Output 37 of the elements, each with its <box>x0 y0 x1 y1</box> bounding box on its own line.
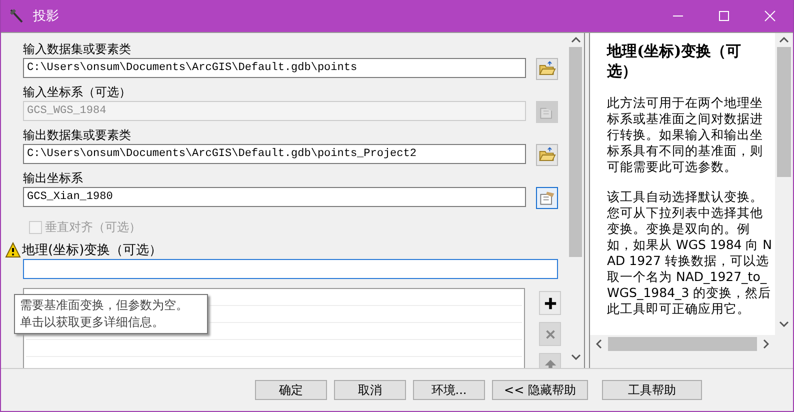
help-paragraph: 此方法可用于在两个地理坐标系或基准面之间对数据进行转换。如果输入和输出坐标系具有不同的基准面，则可能需要此可选参数。 <box>607 95 764 175</box>
chevron-down-icon[interactable] <box>779 321 789 327</box>
dialog-button[interactable]: 环境... <box>413 380 485 400</box>
properties-icon[interactable] <box>536 187 558 209</box>
tooltip-text: 单击以获取更多详细信息。 <box>20 314 165 331</box>
folder-icon[interactable] <box>536 144 558 166</box>
add-button[interactable] <box>539 291 561 315</box>
text-field[interactable] <box>23 259 558 279</box>
chevron-down-icon[interactable] <box>570 354 580 360</box>
field-label: 输出数据集或要素类 <box>23 127 132 144</box>
dialog-button[interactable]: 确定 <box>255 380 327 400</box>
checkbox-label: 垂直对齐（可选） <box>45 218 141 236</box>
dialog-button[interactable]: 工具帮助 <box>602 380 702 400</box>
tooltip-text: 需要基准面变换，但参数为空。 <box>20 297 189 314</box>
help-paragraph: 该工具自动选择默认变换。您可从下拉列表中选择其他变换。变换是双向的。例如，如果从 WGS 1984 向 NAD 1927 转换数据，可以选取一个名为 NAD_1927_to_WGS_1984_3 的变换，然后此工具即可正确应用它。 <box>607 189 773 317</box>
chevron-left-icon[interactable] <box>596 339 602 349</box>
plus-icon <box>544 296 556 310</box>
text-field[interactable]: C:\Users\onsum\Documents\ArcGIS\Default.gdb\points_Project2 <box>23 144 526 164</box>
x-icon <box>544 328 556 340</box>
text-field[interactable]: C:\Users\onsum\Documents\ArcGIS\Default.gdb\points <box>23 58 526 78</box>
dialog-button[interactable]: << 隐藏帮助 <box>492 380 588 400</box>
field-label: 输入坐标系（可选） <box>23 84 132 101</box>
scrollbar[interactable] <box>775 33 793 335</box>
hammer-icon <box>9 8 25 24</box>
field-label: 输出坐标系 <box>23 170 84 187</box>
help-title: 地理(坐标)变换（可选） <box>607 41 742 81</box>
chevron-up-icon[interactable] <box>570 37 580 43</box>
up-arrow-icon <box>544 358 556 368</box>
dialog-button[interactable]: 取消 <box>334 380 406 400</box>
text-field[interactable]: GCS_Xian_1980 <box>23 187 526 207</box>
warning-icon[interactable] <box>5 242 21 258</box>
chevron-right-icon[interactable] <box>763 339 769 349</box>
window-title: 投影 <box>33 8 59 25</box>
field-label: 输入数据集或要素类 <box>23 41 132 58</box>
field-label: 地理(坐标)变换（可选） <box>22 242 162 259</box>
chevron-up-icon[interactable] <box>779 37 789 43</box>
folder-icon[interactable] <box>536 58 558 80</box>
